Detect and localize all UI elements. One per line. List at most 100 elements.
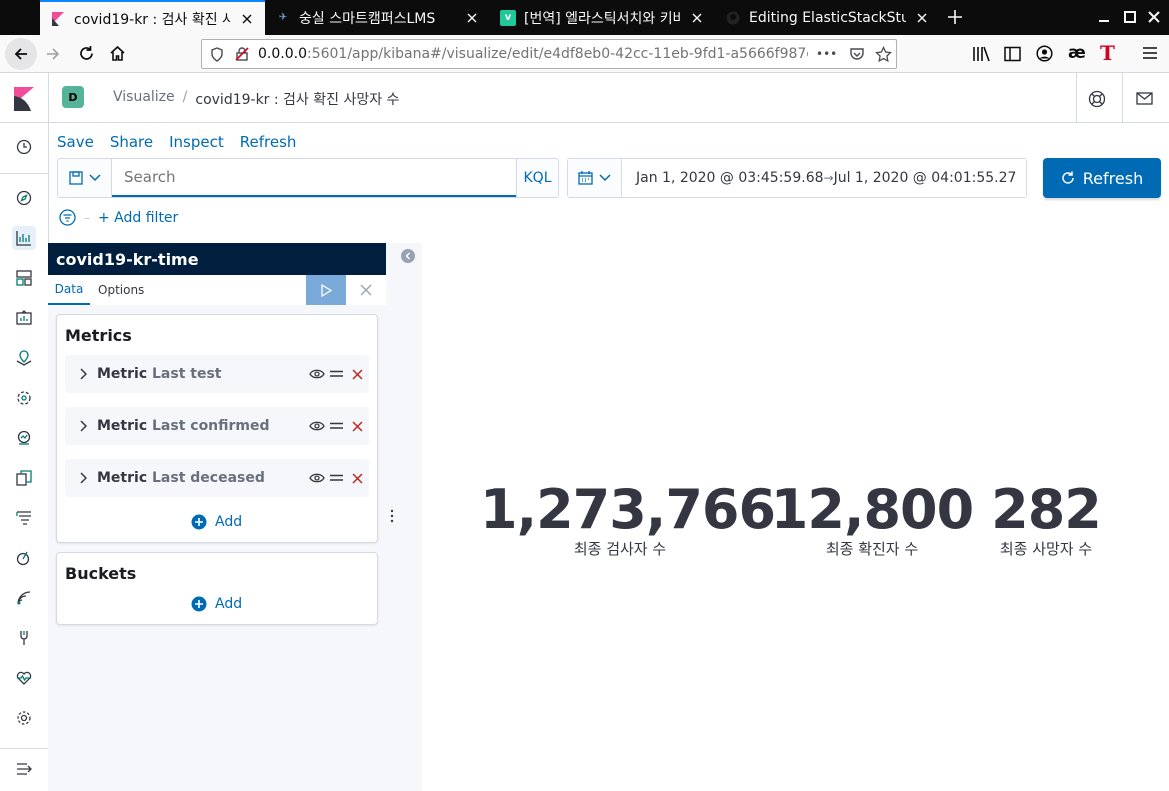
canvas-icon[interactable] — [12, 306, 36, 330]
library-icon[interactable] — [972, 46, 990, 62]
forward-icon[interactable] — [45, 46, 61, 62]
home-icon[interactable] — [109, 45, 126, 62]
add-metric-button[interactable]: Add — [191, 514, 242, 530]
siem-icon[interactable] — [12, 586, 36, 610]
drag-handle-icon[interactable] — [330, 370, 343, 378]
collapse-sidebar-icon[interactable] — [401, 249, 415, 263]
browser-tab[interactable]: v [번역] 엘라스틱서치와 키바 — [490, 0, 715, 35]
add-metric-label: Add — [215, 514, 243, 530]
close-tab-icon[interactable] — [689, 10, 705, 26]
chevron-right-icon[interactable] — [79, 472, 87, 484]
monitoring-icon[interactable] — [12, 666, 36, 690]
uptime-icon[interactable] — [12, 546, 36, 570]
share-link[interactable]: Share — [110, 133, 153, 151]
metric-agg-row[interactable]: Metric Last confirmed — [65, 407, 369, 445]
buckets-title: Buckets — [65, 564, 137, 583]
maximize-window-icon[interactable] — [1124, 11, 1136, 23]
eye-icon[interactable] — [309, 472, 325, 484]
space-avatar[interactable]: D — [62, 86, 84, 108]
bookmark-star-icon[interactable] — [875, 45, 893, 63]
add-filter-link[interactable]: + Add filter — [98, 210, 178, 226]
tab-options[interactable]: Options — [98, 275, 144, 305]
inspect-link[interactable]: Inspect — [169, 133, 224, 151]
sidebar-toggle-icon[interactable] — [1004, 46, 1021, 62]
eye-icon[interactable] — [309, 368, 325, 380]
new-tab-icon[interactable] — [946, 8, 964, 26]
metric-agg-row[interactable]: Metric Last test — [65, 355, 369, 393]
tab-title: Editing ElasticStackStud — [749, 9, 906, 26]
search-input[interactable] — [112, 159, 516, 197]
kibana-side-nav — [0, 123, 49, 791]
remove-icon[interactable] — [352, 421, 363, 432]
shield-icon[interactable] — [210, 46, 224, 62]
kql-toggle[interactable]: KQL — [516, 159, 558, 197]
close-window-icon[interactable] — [1148, 11, 1160, 23]
dev-tools-icon[interactable] — [12, 626, 36, 650]
infrastructure-icon[interactable] — [12, 426, 36, 450]
account-icon[interactable] — [1036, 45, 1053, 62]
chevron-right-icon[interactable] — [79, 420, 87, 432]
reload-icon[interactable] — [78, 45, 95, 62]
remove-icon[interactable] — [352, 369, 363, 380]
quick-menu-button[interactable] — [568, 159, 622, 197]
browser-tab[interactable]: ✈ 숭실 스마트캠퍼스LMS — [265, 0, 490, 35]
drag-handle-icon[interactable] — [330, 422, 343, 430]
minimize-window-icon[interactable] — [1098, 11, 1110, 23]
end-date[interactable]: Jul 1, 2020 @ 04:01:55.27 — [834, 170, 1017, 186]
start-date[interactable]: Jan 1, 2020 @ 03:45:59.68 — [636, 170, 824, 186]
back-icon[interactable] — [5, 38, 37, 70]
close-tab-icon[interactable] — [239, 11, 255, 27]
discard-changes-icon[interactable] — [360, 284, 372, 296]
breadcrumb-visualize[interactable]: Visualize — [113, 89, 175, 109]
save-link[interactable]: Save — [57, 133, 94, 151]
hamburger-menu-icon[interactable] — [1142, 46, 1158, 60]
mail-icon[interactable] — [1136, 92, 1153, 105]
tab-data[interactable]: Data — [48, 275, 90, 305]
ml-icon[interactable] — [12, 386, 36, 410]
page-actions-icon[interactable]: ••• — [816, 47, 837, 61]
logs-icon[interactable] — [12, 466, 36, 490]
ae-extension-icon[interactable]: æ — [1068, 43, 1086, 63]
browser-tab-active[interactable]: covid19-kr : 검사 확진 사망 — [40, 0, 265, 35]
metric-agg-row[interactable]: Metric Last deceased — [65, 459, 369, 497]
index-pattern-title: covid19-kr-time — [48, 243, 386, 275]
metric-value: 12,800 — [770, 478, 974, 541]
filter-options-icon[interactable] — [59, 209, 76, 226]
refresh-button[interactable]: Refresh — [1043, 158, 1161, 198]
dashboard-icon[interactable] — [12, 266, 36, 290]
url-text[interactable]: 0.0.0.0:5601/app/kibana#/visualize/edit/… — [258, 46, 808, 62]
translate-extension-icon[interactable]: T — [1100, 41, 1115, 65]
plus-circle-icon — [191, 596, 207, 612]
apm-icon[interactable] — [12, 506, 36, 530]
url-bar[interactable]: 0.0.0.0:5601/app/kibana#/visualize/edit/… — [201, 39, 897, 69]
date-arrow-icon: → — [823, 171, 834, 185]
metric-label: Metric Last confirmed — [97, 418, 270, 434]
eye-icon[interactable] — [309, 420, 325, 432]
metric-label: 최종 사망자 수 — [999, 540, 1093, 558]
metrics-title: Metrics — [65, 326, 132, 345]
management-gear-icon[interactable] — [12, 706, 36, 730]
visualize-icon[interactable] — [12, 226, 36, 250]
drag-handle-icon[interactable] — [330, 474, 343, 482]
chevron-right-icon[interactable] — [79, 368, 87, 380]
help-icon[interactable] — [1088, 90, 1106, 108]
remove-icon[interactable] — [352, 473, 363, 484]
browser-tab[interactable]: Editing ElasticStackStud — [715, 0, 940, 35]
pocket-icon[interactable] — [849, 46, 865, 62]
refresh-link[interactable]: Refresh — [240, 133, 297, 151]
play-icon — [321, 283, 332, 297]
apply-changes-button[interactable] — [306, 275, 346, 305]
close-tab-icon[interactable] — [914, 10, 930, 26]
discover-compass-icon[interactable] — [12, 186, 36, 210]
resize-handle-icon[interactable] — [390, 509, 394, 523]
maps-icon[interactable] — [12, 346, 36, 370]
kibana-logo-icon[interactable] — [14, 87, 34, 111]
add-bucket-button[interactable]: Add — [191, 596, 242, 612]
breadcrumb-current: covid19-kr : 검사 확진 사망자 수 — [195, 92, 400, 108]
insecure-lock-icon[interactable] — [234, 46, 250, 62]
collapse-nav-icon[interactable] — [12, 757, 36, 781]
close-tab-icon[interactable] — [464, 10, 480, 26]
saved-query-button[interactable] — [58, 159, 112, 197]
recent-clock-icon[interactable] — [12, 135, 36, 159]
save-disk-icon — [68, 171, 83, 185]
